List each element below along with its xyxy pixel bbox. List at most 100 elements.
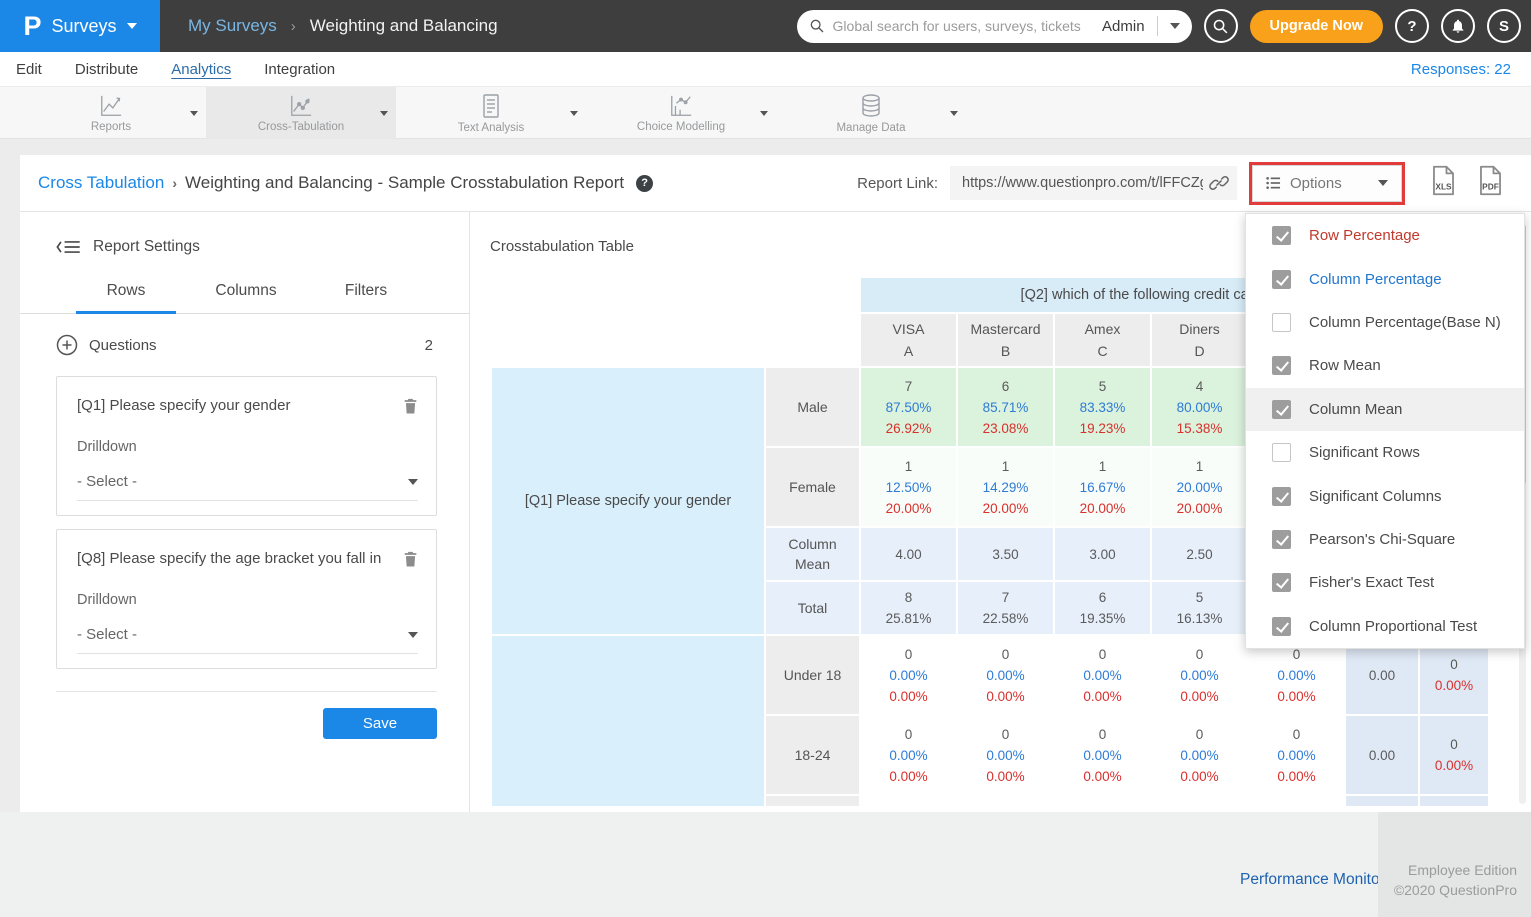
account-avatar[interactable]: S bbox=[1487, 9, 1521, 43]
edition-label: Employee Edition bbox=[1378, 860, 1517, 880]
question-card-q8: [Q8] Please specify the age bracket you … bbox=[56, 529, 437, 669]
report-actions: Report Link: https://www.questionpro.com… bbox=[857, 162, 1505, 205]
menu-item[interactable]: Column Percentage(Base N) bbox=[1246, 301, 1524, 344]
menu-item[interactable]: Column Mean bbox=[1246, 388, 1524, 431]
copyright-label: ©2020 QuestionPro bbox=[1378, 880, 1517, 900]
toolbar-item-reports[interactable]: Reports bbox=[16, 87, 206, 139]
chevron-down-icon bbox=[1378, 180, 1388, 186]
menu-item[interactable]: Row Mean bbox=[1246, 344, 1524, 387]
toolbar-item-text-analysis[interactable]: Text Analysis bbox=[396, 87, 586, 139]
column-header: AmexC bbox=[1055, 314, 1150, 366]
collapse-panel-icon bbox=[56, 239, 80, 255]
chevron-down-icon[interactable] bbox=[190, 111, 198, 116]
menu-item[interactable]: Pearson's Chi-Square bbox=[1246, 518, 1524, 561]
chevron-down-icon[interactable] bbox=[380, 111, 388, 116]
help-icon[interactable]: ? bbox=[636, 175, 653, 192]
checkbox[interactable] bbox=[1272, 573, 1291, 592]
search-scope[interactable]: Admin bbox=[1102, 18, 1145, 35]
data-cell: 00.00%0.00% bbox=[1152, 636, 1247, 714]
options-button[interactable]: Options bbox=[1252, 165, 1402, 202]
global-search[interactable]: Admin bbox=[797, 10, 1192, 43]
toolbar-item-choice-modelling[interactable]: Choice Modelling bbox=[586, 87, 776, 139]
data-cell: 116.67%20.00% bbox=[1055, 448, 1150, 526]
select-value: - Select - bbox=[77, 626, 408, 643]
checkbox[interactable] bbox=[1272, 617, 1291, 636]
menu-item[interactable]: Column Proportional Test bbox=[1246, 605, 1524, 648]
report-breadcrumb: Cross Tabulation › Weighting and Balanci… bbox=[38, 173, 653, 193]
toolbar-item-manage-data[interactable]: Manage Data bbox=[776, 87, 966, 139]
data-cell: 685.71%23.08% bbox=[958, 368, 1053, 446]
data-cell: 4.00 bbox=[861, 528, 956, 580]
checkbox[interactable] bbox=[1272, 443, 1291, 462]
delete-icon[interactable] bbox=[403, 397, 418, 415]
product-switcher[interactable]: P Surveys bbox=[0, 0, 160, 52]
scatter-chart-icon bbox=[288, 94, 314, 118]
tab-filters[interactable]: Filters bbox=[306, 282, 426, 313]
data-cell: 00.00%0.00% bbox=[1055, 636, 1150, 714]
save-button[interactable]: Save bbox=[323, 708, 437, 739]
data-cell: 00.00%0.00% bbox=[1152, 716, 1247, 794]
question-card-q1: [Q1] Please specify your gender Drilldow… bbox=[56, 376, 437, 516]
cross-tabulation-link[interactable]: Cross Tabulation bbox=[38, 173, 164, 193]
table-cell bbox=[1346, 796, 1418, 806]
survey-nav: Edit Distribute Analytics Integration Re… bbox=[0, 52, 1531, 87]
search-button[interactable] bbox=[1204, 9, 1238, 43]
notifications-button[interactable] bbox=[1441, 9, 1475, 43]
drilldown-select[interactable]: - Select - bbox=[77, 473, 418, 501]
checkbox[interactable] bbox=[1272, 530, 1291, 549]
delete-icon[interactable] bbox=[403, 550, 418, 568]
report-header: Cross Tabulation › Weighting and Balanci… bbox=[20, 155, 1531, 212]
data-cell: 00.00%0.00% bbox=[958, 716, 1053, 794]
menu-item[interactable]: Column Percentage bbox=[1246, 257, 1524, 300]
export-pdf-button[interactable]: PDF bbox=[1476, 165, 1505, 201]
menu-item[interactable]: Significant Columns bbox=[1246, 474, 1524, 517]
performance-monitor-link[interactable]: Performance Monitor bbox=[1240, 871, 1385, 889]
menu-item[interactable]: Significant Rows bbox=[1246, 431, 1524, 474]
database-icon bbox=[859, 93, 883, 119]
menu-item-label: Fisher's Exact Test bbox=[1309, 574, 1434, 591]
checkbox[interactable] bbox=[1272, 226, 1291, 245]
choice-chart-icon bbox=[668, 94, 694, 118]
upgrade-now-button[interactable]: Upgrade Now bbox=[1250, 10, 1383, 43]
drilldown-select[interactable]: - Select - bbox=[77, 626, 418, 654]
chevron-down-icon bbox=[408, 479, 418, 485]
report-link-url[interactable]: https://www.questionpro.com/t/lFFCZg bbox=[962, 175, 1203, 191]
data-cell: 00.00%0.00% bbox=[958, 636, 1053, 714]
nav-distribute[interactable]: Distribute bbox=[75, 61, 138, 78]
tab-rows[interactable]: Rows bbox=[66, 282, 186, 313]
checkbox[interactable] bbox=[1272, 400, 1291, 419]
report-settings-toggle[interactable]: Report Settings bbox=[56, 238, 469, 256]
export-xls-button[interactable]: XLS bbox=[1429, 165, 1458, 201]
nav-analytics[interactable]: Analytics bbox=[171, 61, 231, 78]
drilldown-label: Drilldown bbox=[77, 439, 418, 455]
help-button[interactable]: ? bbox=[1395, 9, 1429, 43]
data-cell: 3.50 bbox=[958, 528, 1053, 580]
checkbox[interactable] bbox=[1272, 270, 1291, 289]
nav-edit[interactable]: Edit bbox=[16, 61, 42, 78]
toolbar-item-cross-tabulation[interactable]: Cross-Tabulation bbox=[206, 87, 396, 139]
checkbox[interactable] bbox=[1272, 313, 1291, 332]
options-menu: Row PercentageColumn PercentageColumn Pe… bbox=[1245, 213, 1525, 649]
search-input[interactable] bbox=[833, 18, 1094, 34]
menu-item[interactable]: Fisher's Exact Test bbox=[1246, 561, 1524, 604]
chevron-down-icon[interactable] bbox=[760, 111, 768, 116]
report-link-field[interactable]: https://www.questionpro.com/t/lFFCZg bbox=[950, 166, 1237, 200]
responses-count: Responses: 22 bbox=[1411, 61, 1511, 78]
checkbox[interactable] bbox=[1272, 356, 1291, 375]
nav-integration[interactable]: Integration bbox=[264, 61, 335, 78]
chevron-down-icon[interactable] bbox=[950, 111, 958, 116]
chevron-down-icon[interactable] bbox=[1170, 23, 1180, 29]
questionpro-logo: P bbox=[23, 13, 41, 40]
tab-columns[interactable]: Columns bbox=[186, 282, 306, 313]
data-cell: 480.00%15.38% bbox=[1152, 368, 1247, 446]
checkbox[interactable] bbox=[1272, 487, 1291, 506]
breadcrumb-current: Weighting and Balancing bbox=[310, 16, 498, 36]
data-cell: 516.13% bbox=[1152, 582, 1247, 634]
menu-item[interactable]: Row Percentage bbox=[1246, 214, 1524, 257]
top-bar-actions: Admin Upgrade Now ? S bbox=[797, 0, 1521, 52]
breadcrumb-my-surveys[interactable]: My Surveys bbox=[188, 16, 277, 36]
add-question-icon[interactable] bbox=[56, 334, 78, 356]
question-label bbox=[492, 636, 764, 806]
chevron-down-icon[interactable] bbox=[570, 111, 578, 116]
link-icon[interactable] bbox=[1209, 173, 1229, 193]
